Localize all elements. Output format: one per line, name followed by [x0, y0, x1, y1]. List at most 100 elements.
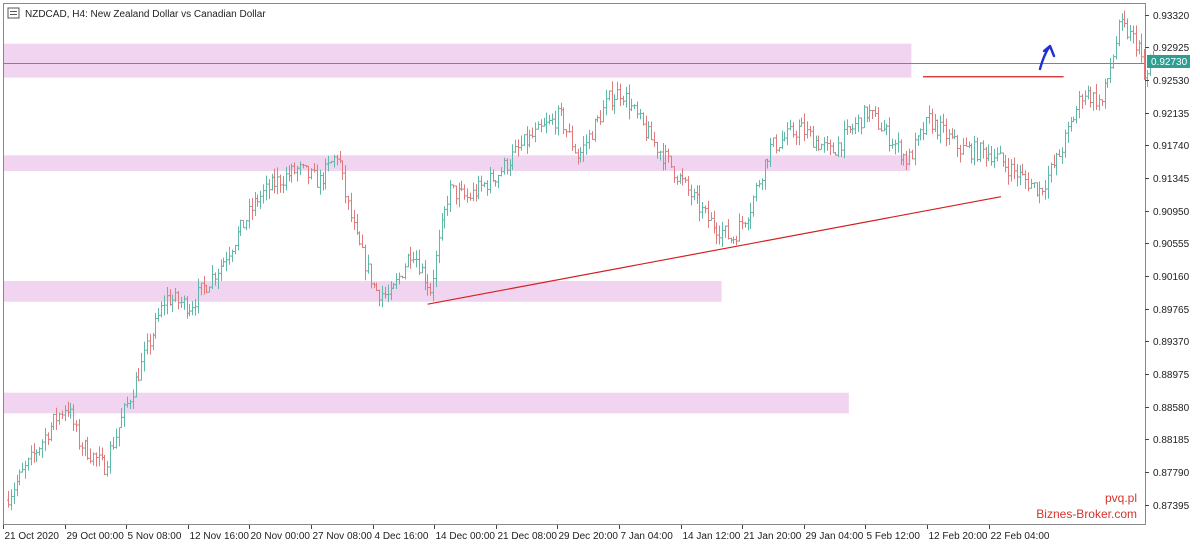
candle [24, 460, 27, 479]
candle [455, 185, 458, 205]
candle [1002, 152, 1005, 167]
zone-2 [4, 155, 911, 172]
y-tick-label: 0.88185 [1153, 435, 1190, 446]
candle [514, 139, 517, 154]
candle [75, 420, 78, 433]
candle [1081, 93, 1084, 109]
candle [747, 217, 750, 231]
candle [820, 143, 823, 150]
candle [922, 122, 925, 141]
candle [630, 98, 633, 112]
candle [803, 113, 806, 142]
candle [1030, 178, 1033, 189]
candle [543, 117, 546, 127]
candle [707, 200, 710, 228]
candle [438, 229, 441, 264]
candle [16, 474, 19, 497]
candle [812, 125, 815, 148]
candle [639, 108, 642, 120]
candle [347, 195, 350, 211]
candle [985, 146, 988, 167]
candle [605, 89, 608, 116]
chart-header: NZDCAD, H4: New Zealand Dollar vs Canadi… [7, 7, 266, 20]
candle [973, 135, 976, 166]
y-tick-label: 0.90555 [1153, 239, 1190, 250]
plot-frame [3, 3, 1146, 525]
candle [690, 184, 693, 206]
candle [698, 185, 701, 222]
candle [234, 244, 237, 255]
candle [13, 482, 16, 505]
candle [528, 129, 531, 148]
candle [608, 90, 611, 101]
candle [44, 427, 47, 451]
candle [262, 184, 265, 204]
candle [254, 192, 257, 216]
candle [101, 447, 104, 461]
candle [480, 175, 483, 192]
candle [792, 122, 795, 138]
candle [840, 142, 843, 157]
candle [497, 174, 500, 189]
x-tick-label: 12 Feb 20:00 [929, 531, 988, 542]
candle [616, 81, 619, 100]
candles-layer [7, 10, 1155, 511]
candle [242, 219, 245, 229]
candle [826, 136, 829, 151]
y-tick-label: 0.92925 [1153, 43, 1190, 54]
candle [979, 142, 982, 162]
candle [364, 244, 367, 281]
candle [846, 119, 849, 135]
current-price-text: 0.92730 [1151, 57, 1188, 68]
candle [897, 132, 900, 153]
candle [602, 100, 605, 123]
candle [545, 112, 548, 134]
candle [687, 176, 690, 196]
candle [1087, 85, 1090, 100]
candle [866, 106, 869, 123]
candle [1089, 86, 1092, 108]
candle [815, 135, 818, 152]
x-tick-label: 29 Oct 00:00 [67, 531, 125, 542]
candle [35, 449, 38, 463]
candle [713, 210, 716, 234]
x-tick-label: 21 Dec 08:00 [498, 531, 558, 542]
candle [531, 127, 534, 139]
candle [727, 219, 730, 240]
candle [633, 104, 636, 110]
candle [441, 213, 444, 241]
candle [1138, 40, 1141, 55]
price-axis: 0.93320 0.92925 0.92530 0.92135 0.91740 0.913… [1145, 11, 1190, 512]
x-tick-label: 5 Feb 12:00 [867, 531, 921, 542]
candle [1016, 164, 1019, 187]
candle [755, 182, 758, 202]
candle [443, 206, 446, 229]
candle [143, 341, 146, 372]
candle [1038, 181, 1041, 204]
candle [749, 202, 752, 229]
candle [928, 105, 931, 124]
candle [1095, 83, 1098, 110]
trendlines-layer [427, 76, 1064, 305]
candle [996, 147, 999, 162]
x-tick-label: 21 Jan 20:00 [744, 531, 802, 542]
y-tick-label: 0.90160 [1153, 272, 1190, 283]
candle [361, 234, 364, 248]
candle [520, 135, 523, 151]
candle [1084, 90, 1087, 106]
price-chart[interactable]: 0.93320 0.92925 0.92530 0.92135 0.91740 0.913… [0, 0, 1200, 550]
candle [140, 352, 143, 381]
candle [647, 121, 650, 139]
candle [775, 134, 778, 154]
candle [786, 122, 789, 146]
candle [613, 94, 616, 114]
candle [1123, 10, 1126, 28]
candle [1109, 57, 1112, 83]
candle [622, 95, 625, 106]
candle [931, 108, 934, 134]
candle [718, 225, 721, 245]
candle [735, 235, 738, 246]
candle [1019, 164, 1022, 186]
candle [404, 263, 407, 280]
candle [517, 139, 520, 157]
